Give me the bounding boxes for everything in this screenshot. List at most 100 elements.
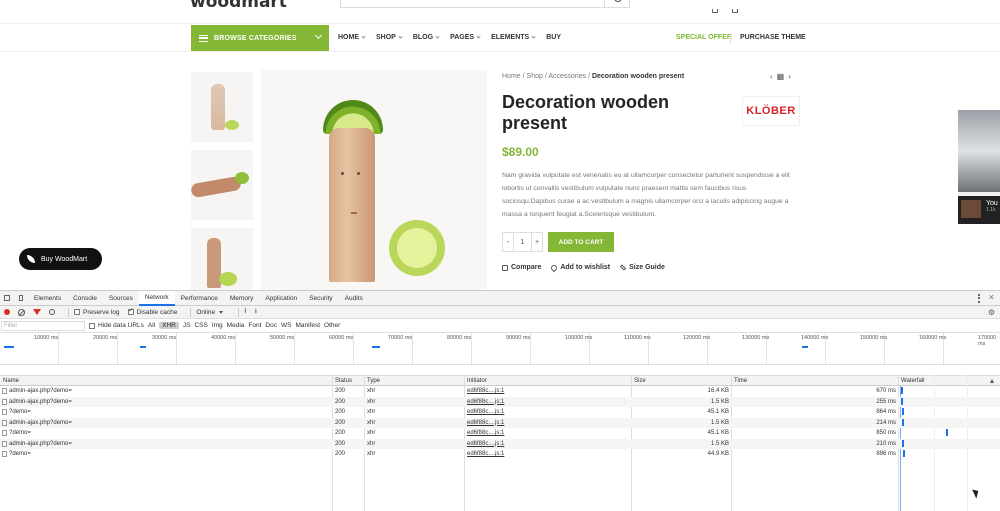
cell-size: 1.5 KB	[710, 398, 729, 405]
tab-memory[interactable]: Memory	[224, 291, 259, 306]
filter-type-doc[interactable]: Doc	[265, 322, 277, 329]
menu-item-home[interactable]: HOME	[338, 34, 366, 41]
product-thumbnail[interactable]	[191, 72, 253, 142]
cell-initiator[interactable]: ed6f88c....js:1	[467, 441, 504, 447]
more-options-icon[interactable]	[978, 294, 980, 303]
filter-input[interactable]: Filter	[1, 320, 85, 331]
breadcrumb-home[interactable]: Home	[502, 73, 521, 80]
menu-item-buy[interactable]: BUY	[546, 34, 561, 41]
quantity-input[interactable]: 1	[514, 232, 531, 252]
preserve-log-label: Preserve log	[83, 308, 120, 316]
purchase-theme-link[interactable]: PURCHASE THEME	[740, 34, 806, 41]
product-thumbnail[interactable]	[191, 150, 253, 220]
menu-item-elements[interactable]: ELEMENTS	[491, 34, 536, 41]
filter-type-js[interactable]: JS	[183, 322, 191, 329]
column-time[interactable]: Time	[734, 378, 747, 384]
quantity-plus-button[interactable]: +	[531, 232, 543, 252]
inspect-icon[interactable]	[0, 291, 14, 306]
filter-icon[interactable]	[33, 309, 41, 315]
brand-logo[interactable]: KLÖBER	[742, 96, 800, 126]
table-row[interactable]: ?demo= 200 xhr ed6f88c....js:1 45.1 KB 864 ms	[0, 407, 1000, 418]
column-size[interactable]: Size	[634, 378, 646, 384]
filter-type-all[interactable]: All	[148, 322, 155, 329]
clear-icon[interactable]	[18, 308, 25, 316]
preserve-log-checkbox[interactable]	[74, 309, 80, 315]
filter-type-media[interactable]: Media	[227, 322, 245, 329]
browse-categories-button[interactable]: BROWSE CATEGORIES	[191, 25, 329, 51]
search-input[interactable]	[340, 0, 630, 8]
search-icon[interactable]	[49, 309, 55, 315]
column-name[interactable]: Name	[3, 378, 19, 384]
menu-item-pages[interactable]: PAGES	[450, 34, 481, 41]
add-to-cart-button[interactable]: ADD TO CART	[548, 232, 614, 252]
menu-item-blog[interactable]: BLOG	[413, 34, 440, 41]
filter-type-css[interactable]: CSS	[194, 322, 207, 329]
cell-initiator[interactable]: ed6f88c....js:1	[467, 388, 504, 394]
table-row[interactable]: admin-ajax.php?demo= 200 xhr ed6f88c....js:…	[0, 396, 1000, 407]
table-row[interactable]: admin-ajax.php?demo= 200 xhr ed6f88c....js:…	[0, 438, 1000, 449]
tab-audits[interactable]: Audits	[339, 291, 369, 306]
filter-type-xhr[interactable]: XHR	[159, 322, 179, 329]
breadcrumb-accessories[interactable]: Accessories	[548, 73, 586, 80]
filter-type-other[interactable]: Other	[324, 322, 340, 329]
chevron-down-icon	[435, 34, 440, 39]
column-waterfall[interactable]: Waterfall	[901, 378, 924, 384]
wishlist-link[interactable]: Add to wishlist	[550, 263, 610, 272]
table-row[interactable]: ?demo= 200 xhr ed6f88c....js:1 45.1 KB 850 ms	[0, 428, 1000, 439]
import-har-icon[interactable]: ⭱	[244, 307, 246, 318]
next-product-icon[interactable]: ›	[788, 72, 795, 81]
cell-time: 214 ms	[876, 419, 896, 426]
cell-initiator[interactable]: ed6f88c....js:1	[467, 451, 504, 457]
cell-initiator[interactable]: ed6f88c....js:1	[467, 420, 504, 426]
menu-item-shop[interactable]: SHOP	[376, 34, 403, 41]
column-status[interactable]: Status	[335, 378, 352, 384]
wishlist-icon[interactable]	[712, 9, 718, 13]
network-filter-bar: Filter Hide data URLs All XHR JS CSS Img…	[0, 319, 1000, 333]
cell-type: xhr	[367, 419, 376, 426]
export-har-icon[interactable]: ⭳	[255, 307, 257, 318]
cart-icon[interactable]	[732, 9, 738, 13]
hide-data-urls-checkbox[interactable]	[89, 322, 95, 329]
filter-type-manifest[interactable]: Manifest	[295, 322, 320, 329]
tab-sources[interactable]: Sources	[103, 291, 139, 306]
tab-elements[interactable]: Elements	[28, 291, 67, 306]
cell-initiator[interactable]: ed6f88c....js:1	[467, 430, 504, 436]
quantity-minus-button[interactable]: -	[502, 232, 514, 252]
filter-type-font[interactable]: Font	[248, 322, 261, 329]
grid-icon[interactable]: ▦	[777, 72, 789, 81]
prev-product-icon[interactable]: ‹	[770, 72, 777, 81]
size-guide-link[interactable]: Size Guide	[619, 264, 665, 271]
table-row[interactable]: admin-ajax.php?demo= 200 xhr ed6f88c....js:…	[0, 386, 1000, 397]
device-toolbar-icon[interactable]	[14, 291, 28, 306]
waterfall-bar	[902, 439, 904, 447]
cell-initiator[interactable]: ed6f88c....js:1	[467, 409, 504, 415]
table-row[interactable]: admin-ajax.php?demo= 200 xhr ed6f88c....js:…	[0, 417, 1000, 428]
product-main-image[interactable]	[261, 70, 487, 290]
tab-network[interactable]: Network	[138, 290, 175, 306]
record-icon[interactable]	[4, 309, 10, 315]
buy-woodmart-button[interactable]: Buy WoodMart	[19, 248, 102, 270]
search-icon[interactable]	[604, 0, 630, 8]
tab-performance[interactable]: Performance	[175, 291, 224, 306]
disable-cache-checkbox[interactable]	[127, 307, 134, 315]
column-type[interactable]: Type	[367, 378, 380, 384]
special-offer-link[interactable]: SPECIAL OFFER	[676, 34, 732, 41]
tab-application[interactable]: Application	[259, 291, 303, 306]
cell-initiator[interactable]: ed6f88c....js:1	[467, 399, 504, 405]
table-row[interactable]: ?demo= 200 xhr ed6f88c....js:1 44.9 KB 896 ms	[0, 449, 1000, 460]
side-promo-card[interactable]: You 1.1k	[958, 110, 1000, 224]
tab-console[interactable]: Console	[67, 291, 103, 306]
network-overview-timeline[interactable]: 10000 ms 20000 ms 30000 ms 40000 ms 50000 ms…	[0, 333, 1000, 365]
product-thumbnail[interactable]	[191, 228, 253, 290]
gear-icon[interactable]: ⚙	[988, 308, 995, 317]
cell-name: ?demo=	[9, 409, 31, 415]
tab-security[interactable]: Security	[303, 291, 338, 306]
throttling-select[interactable]: Online	[196, 309, 215, 316]
close-icon[interactable]: ×	[989, 292, 994, 302]
site-logo[interactable]: woodmart	[190, 0, 287, 12]
filter-type-img[interactable]: Img	[212, 322, 223, 329]
column-initiator[interactable]: Initiator	[467, 378, 487, 384]
breadcrumb-shop[interactable]: Shop	[527, 73, 543, 80]
compare-link[interactable]: Compare	[502, 264, 541, 271]
filter-type-ws[interactable]: WS	[281, 322, 291, 329]
